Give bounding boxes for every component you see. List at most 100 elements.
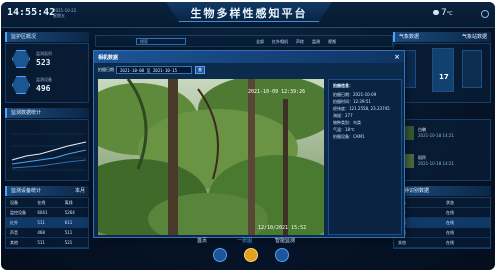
photo-info-panel: 拍摄信息： 拍摄日期：2021-10-09 拍摄时间：12:39:51 经纬度：… bbox=[328, 79, 402, 235]
close-icon[interactable]: × bbox=[394, 53, 400, 61]
weather-source-select[interactable]: 气象站数据 bbox=[462, 34, 487, 40]
series-line-3 bbox=[11, 159, 87, 169]
power-icon[interactable] bbox=[481, 10, 489, 18]
table-row[interactable]: 红外 在线 bbox=[394, 208, 490, 218]
table-row[interactable]: 声音 在线 bbox=[394, 218, 490, 228]
cell: 521 bbox=[64, 240, 73, 245]
toolbar-tabs: 全部 红外相机 声纹 监测 视频 bbox=[256, 39, 336, 45]
home-dock-icon[interactable] bbox=[213, 248, 227, 262]
top-bar: 14:55:42 2021-10-22 星期五 生物多样性感知平台 7°C bbox=[1, 2, 495, 28]
device-period-filter[interactable]: 本月 bbox=[75, 188, 85, 194]
tab-voiceprint[interactable]: 声纹 bbox=[296, 39, 304, 45]
cell: 声音 bbox=[10, 229, 18, 235]
area-hex-icon bbox=[12, 50, 30, 68]
info-line: 拍摄设备：CAM1 bbox=[333, 134, 365, 139]
date-filter-label: 拍摄日期 bbox=[98, 67, 114, 72]
info-line: 拍摄时间：12:39:51 bbox=[333, 99, 371, 104]
table-row[interactable]: 其他 在线 bbox=[394, 238, 490, 248]
overview-panel: 监测面积 523 监测设备 496 bbox=[5, 43, 89, 103]
device-hex-icon bbox=[12, 76, 30, 94]
weather-card-main: 17 bbox=[432, 48, 454, 92]
panel-title-species-data: 物种识别数据 bbox=[393, 186, 491, 196]
tab-video[interactable]: 视频 bbox=[328, 39, 336, 45]
tab-infrared[interactable]: 红外相机 bbox=[272, 39, 288, 45]
title-plate: 生物多样性感知平台 bbox=[166, 2, 332, 22]
cell: 在线 bbox=[446, 209, 454, 215]
weekday-line: 星期五 bbox=[53, 13, 65, 18]
table-row[interactable]: 声音 468 511 bbox=[6, 228, 88, 238]
camera-data-modal: 相机数据 × 拍摄日期 2021-10-08 至 2021-10-15 查 20… bbox=[93, 50, 405, 238]
photo-timestamp-top: 2021-10-09 12:39:26 bbox=[248, 89, 305, 95]
tab-all[interactable]: 全部 bbox=[256, 39, 264, 45]
cell: 其他 bbox=[10, 239, 18, 245]
table-row[interactable]: 红外 511 611 bbox=[6, 218, 88, 228]
nav-home[interactable]: 首页 bbox=[197, 237, 207, 244]
monitor-dock-icon[interactable] bbox=[275, 248, 289, 262]
cell: 在线 bbox=[446, 219, 454, 225]
cell: 511 bbox=[37, 240, 45, 245]
col-header: 设备 bbox=[10, 199, 18, 205]
info-line: 海拔：277 bbox=[333, 113, 353, 118]
table-row[interactable]: 视频 在线 bbox=[394, 228, 490, 238]
center-toolbar: 搜索 全部 红外相机 声纹 监测 视频 bbox=[95, 35, 393, 47]
forest-photo: 2021-10-09 12:39:26 12/10/2021 15:52 bbox=[98, 79, 324, 235]
panel-title-devices: 监测设备统计 本月 bbox=[5, 186, 89, 196]
cell: 监控设备 bbox=[10, 209, 26, 215]
weather-widget: 7°C bbox=[433, 8, 453, 18]
camera-trap-photo[interactable]: 2021-10-09 12:39:26 12/10/2021 15:52 bbox=[98, 79, 324, 235]
panel-title-monitoring: 监测数据统计 bbox=[5, 108, 89, 118]
stat-area-value: 523 bbox=[36, 58, 51, 67]
panel-title-overview: 监护区概况 bbox=[5, 32, 89, 42]
nav-monitor[interactable]: 智能监测 bbox=[275, 237, 295, 244]
table-row[interactable]: 其他 511 521 bbox=[6, 238, 88, 248]
clock-date: 2021-10-22 星期五 bbox=[53, 8, 76, 18]
weather-panel: 17 bbox=[393, 43, 491, 103]
info-line: 拍摄日期：2021-10-09 bbox=[333, 92, 377, 97]
species-panel: 白鹇 2021-10-18 14:21 斑羚 2021-10-18 14:21 bbox=[393, 119, 491, 181]
nav-map[interactable]: 一张图 bbox=[237, 237, 252, 244]
info-line: 物种类别：鸟类 bbox=[333, 120, 361, 125]
species-date-1: 2021-10-18 14:21 bbox=[418, 133, 455, 138]
tab-monitor[interactable]: 监测 bbox=[312, 39, 320, 45]
col-header: 状态 bbox=[446, 199, 454, 205]
clock-time: 14:55:42 bbox=[7, 7, 56, 18]
cell: 511 bbox=[37, 220, 45, 225]
device-table: 设备 在线 离线 监控设备 6041 5264 红外 511 611 声音 46… bbox=[5, 197, 89, 249]
cell: 5264 bbox=[64, 210, 75, 215]
temperature-value: 17 bbox=[439, 73, 449, 81]
cell: 在线 bbox=[446, 229, 454, 235]
photo-timestamp-bottom: 12/10/2021 15:52 bbox=[258, 225, 306, 231]
cell: 红外 bbox=[10, 219, 18, 225]
info-title: 拍摄信息： bbox=[333, 83, 353, 88]
info-line: 经纬度：121.2558, 23.23745 bbox=[333, 106, 390, 111]
weather-unit: °C bbox=[446, 11, 453, 17]
table-row[interactable]: 监控设备 6041 5264 bbox=[6, 208, 88, 218]
cell: 468 bbox=[37, 230, 45, 235]
cell: 511 bbox=[64, 230, 73, 235]
search-button[interactable]: 查 bbox=[195, 66, 205, 74]
cloud-icon bbox=[433, 10, 439, 15]
cell: 6041 bbox=[37, 210, 48, 215]
col-header: 离线 bbox=[64, 199, 73, 205]
modal-title: 相机数据 bbox=[94, 51, 404, 63]
monitoring-line-chart bbox=[11, 133, 87, 171]
map-dock-icon[interactable] bbox=[244, 248, 258, 262]
page-title: 生物多样性感知平台 bbox=[190, 7, 308, 20]
stat-device-value: 496 bbox=[36, 84, 51, 93]
stat-area-label: 监测面积 bbox=[36, 51, 52, 56]
date-range-input[interactable]: 2021-10-08 至 2021-10-15 bbox=[116, 66, 192, 74]
bottom-nav: 首页 一张图 智能监测 bbox=[197, 237, 307, 245]
stat-device-label: 监测设备 bbox=[36, 77, 52, 82]
cell: 其他 bbox=[398, 239, 406, 245]
panel-title-weather-text: 气象数据 bbox=[399, 34, 420, 40]
panel-title-weather: 气象数据 气象站数据 bbox=[393, 32, 491, 42]
col-header: 在线 bbox=[37, 199, 46, 205]
search-input[interactable]: 搜索 bbox=[136, 38, 186, 45]
info-line: 气温：18℃ bbox=[333, 127, 355, 132]
cell: 611 bbox=[64, 220, 73, 225]
table-header: 设备 在线 离线 bbox=[6, 198, 88, 208]
monitoring-chart-panel bbox=[5, 119, 89, 181]
panel-title-devices-text: 监测设备统计 bbox=[11, 188, 42, 194]
app-screen: 14:55:42 2021-10-22 星期五 生物多样性感知平台 7°C 监护… bbox=[1, 2, 495, 270]
table-header: 设备 状态 bbox=[394, 198, 490, 208]
